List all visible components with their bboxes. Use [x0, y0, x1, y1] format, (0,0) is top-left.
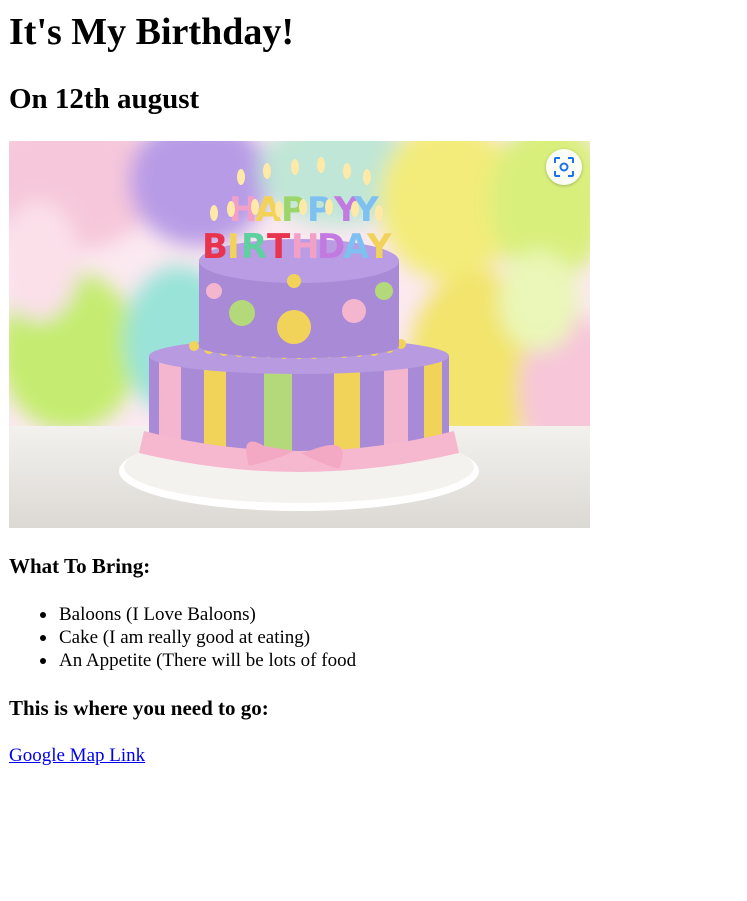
page-title: It's My Birthday!	[9, 11, 294, 53]
google-map-link[interactable]: Google Map Link	[9, 744, 145, 768]
svg-text:H: H	[291, 227, 319, 267]
cake-illustration: H A P P Y Y B I R T H D A Y	[9, 141, 590, 528]
svg-text:I: I	[227, 227, 240, 267]
svg-text:B: B	[202, 227, 228, 267]
birthday-cake-image[interactable]: H A P P Y Y B I R T H D A Y	[9, 141, 590, 528]
svg-text:A: A	[343, 227, 370, 267]
list-item: An Appetite (There will be lots of food	[9, 649, 356, 672]
bring-list: Baloons (I Love Baloons) Cake (I am real…	[9, 603, 356, 672]
list-item: Baloons (I Love Baloons)	[9, 603, 356, 626]
svg-text:R: R	[241, 227, 267, 267]
svg-text:Y: Y	[366, 227, 392, 267]
what-to-bring-heading: What To Bring:	[9, 554, 151, 578]
svg-text:D: D	[317, 227, 345, 267]
svg-text:T: T	[267, 227, 291, 267]
visual-search-icon[interactable]	[546, 149, 582, 185]
event-date: On 12th august	[9, 83, 200, 115]
lens-glyph-icon	[554, 157, 574, 177]
list-item: Cake (I am really good at eating)	[9, 626, 356, 649]
directions-heading: This is where you need to go:	[9, 696, 269, 720]
